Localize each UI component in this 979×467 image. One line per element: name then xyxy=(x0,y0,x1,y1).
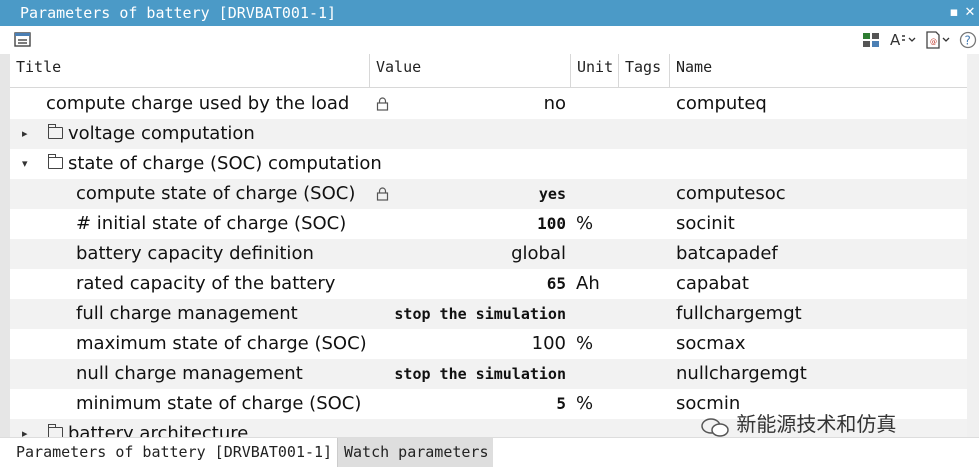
folder-icon xyxy=(48,124,63,139)
row-title: rated capacity of the battery xyxy=(76,273,336,294)
row-title: battery capacity definition xyxy=(76,243,314,264)
layout-icon[interactable] xyxy=(862,30,880,50)
svg-text:?: ? xyxy=(965,34,971,48)
parameter-row[interactable]: compute state of charge (SOC) yes computes… xyxy=(10,179,967,209)
name-cell: socinit xyxy=(676,213,735,234)
row-title: # initial state of charge (SOC) xyxy=(76,213,347,234)
tab-parameters[interactable]: Parameters of battery [DRVBAT001-1] xyxy=(10,438,338,467)
watermark: 新能源技术和仿真 xyxy=(700,408,896,440)
parameter-row[interactable]: battery capacity definition global batcapa… xyxy=(10,239,967,269)
column-header-unit[interactable]: Unit xyxy=(571,54,619,88)
name-cell: computeq xyxy=(676,93,767,114)
lock-icon xyxy=(376,187,389,204)
name-cell: fullchargemgt xyxy=(676,303,802,324)
window-titlebar: Parameters of battery [DRVBAT001-1] ▪ ✕ xyxy=(0,0,979,26)
column-header-value[interactable]: Value xyxy=(370,54,571,88)
grid-header: Title Value Unit Tags Name xyxy=(10,54,967,88)
export-icon[interactable]: @ xyxy=(924,30,952,50)
name-cell: capabat xyxy=(676,273,749,294)
row-title: battery architecture xyxy=(68,423,249,437)
column-header-title[interactable]: Title xyxy=(10,54,370,88)
value-cell[interactable]: 65 xyxy=(390,269,566,299)
parameter-grid: Title Value Unit Tags Name compute charg… xyxy=(10,54,967,437)
lock-icon xyxy=(376,97,389,114)
row-title: compute charge used by the load xyxy=(46,93,350,114)
left-splitter[interactable] xyxy=(0,54,10,437)
value-cell[interactable]: 100 xyxy=(390,209,566,239)
row-title: compute state of charge (SOC) xyxy=(76,183,356,204)
parameter-row[interactable]: null charge management stop the simulatio… xyxy=(10,359,967,389)
value-cell[interactable]: stop the simulation xyxy=(390,299,566,329)
parameter-row[interactable]: # initial state of charge (SOC) 100% socin… xyxy=(10,209,967,239)
name-cell: batcapadef xyxy=(676,243,778,264)
parameter-row[interactable]: maximum state of charge (SOC) 100% socmax xyxy=(10,329,967,359)
svg-text:@: @ xyxy=(930,38,937,46)
parameter-row[interactable]: compute charge used by the load no compute… xyxy=(10,89,967,119)
help-icon[interactable]: ? xyxy=(959,30,977,50)
parameter-row[interactable]: rated capacity of the battery 65 Ah capabat xyxy=(10,269,967,299)
value-cell[interactable]: global xyxy=(390,239,566,269)
row-title: maximum state of charge (SOC) xyxy=(76,333,367,354)
watermark-text: 新能源技术和仿真 xyxy=(736,412,897,436)
value-cell[interactable]: stop the simulation xyxy=(390,359,566,389)
group-row[interactable]: ▾ state of charge (SOC) computation xyxy=(10,149,967,179)
name-cell: socmax xyxy=(676,333,746,354)
parameter-row[interactable]: full charge management stop the simulatio… xyxy=(10,299,967,329)
unit-cell: % xyxy=(576,213,594,234)
row-title: voltage computation xyxy=(68,123,255,144)
expand-right-icon[interactable]: ▸ xyxy=(22,119,28,149)
name-cell: computesoc xyxy=(676,183,786,204)
expand-down-icon[interactable]: ▾ xyxy=(22,149,28,179)
parameter-list-icon[interactable] xyxy=(14,30,32,50)
folder-icon xyxy=(48,154,63,169)
tab-watch-parameters[interactable]: Watch parameters xyxy=(338,438,493,467)
group-row[interactable]: ▸ voltage computation xyxy=(10,119,967,149)
value-cell[interactable]: 5 xyxy=(390,389,566,419)
close-icon[interactable]: ✕ xyxy=(961,3,979,23)
row-title: state of charge (SOC) computation xyxy=(68,153,382,174)
svg-text:A: A xyxy=(890,31,901,49)
window-title: Parameters of battery [DRVBAT001-1] xyxy=(20,4,337,22)
row-title: full charge management xyxy=(76,303,298,324)
row-title: minimum state of charge (SOC) xyxy=(76,393,362,414)
column-header-name[interactable]: Name xyxy=(670,54,967,88)
column-header-tags[interactable]: Tags xyxy=(619,54,670,88)
tab-bar: Parameters of battery [DRVBAT001-1] Watc… xyxy=(0,437,979,467)
name-cell: nullchargemgt xyxy=(676,363,807,384)
folder-icon xyxy=(48,424,63,437)
value-cell[interactable]: no xyxy=(390,89,566,119)
vertical-scrollbar[interactable] xyxy=(967,54,979,437)
expand-right-icon[interactable]: ▸ xyxy=(22,419,28,437)
unit-cell: Ah xyxy=(576,273,600,294)
row-title: null charge management xyxy=(76,363,303,384)
unit-cell: % xyxy=(576,333,594,354)
unit-cell: % xyxy=(576,393,594,414)
value-cell[interactable]: 100 xyxy=(390,329,566,359)
text-format-icon[interactable]: A xyxy=(889,30,917,50)
wechat-icon xyxy=(700,415,730,437)
value-cell[interactable]: yes xyxy=(390,179,566,209)
toolbar: A @ ? xyxy=(0,26,979,54)
